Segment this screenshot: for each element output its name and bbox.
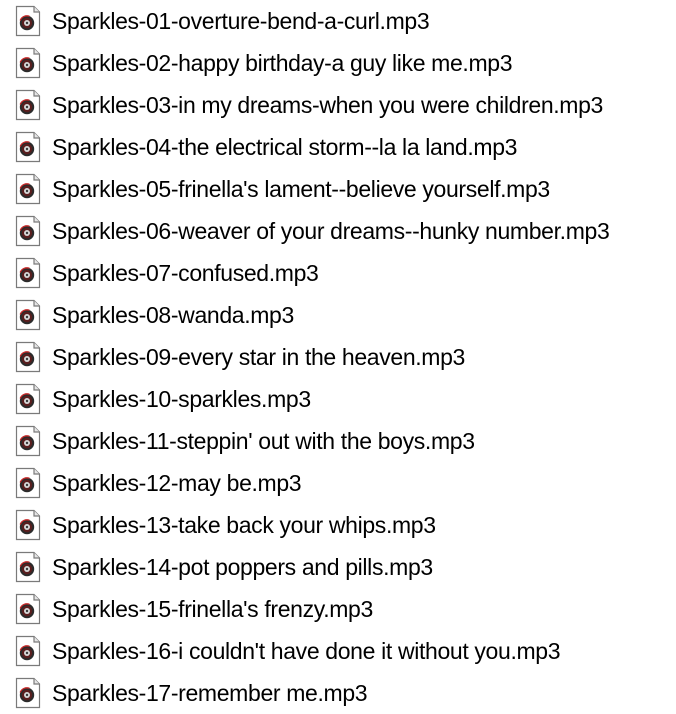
mp3-file-icon bbox=[15, 5, 41, 37]
file-name: Sparkles-01-overture-bend-a-curl.mp3 bbox=[52, 8, 430, 34]
file-item-2[interactable]: Sparkles-02-happy birthday-a guy like me… bbox=[0, 42, 676, 84]
file-name: Sparkles-14-pot poppers and pills.mp3 bbox=[52, 554, 433, 580]
mp3-file-icon bbox=[15, 173, 41, 205]
file-name: Sparkles-03-in my dreams-when you were c… bbox=[52, 92, 603, 118]
file-item-6[interactable]: Sparkles-06-weaver of your dreams--hunky… bbox=[0, 210, 676, 252]
mp3-file-icon bbox=[15, 509, 41, 541]
file-name: Sparkles-13-take back your whips.mp3 bbox=[52, 512, 436, 538]
file-item-14[interactable]: Sparkles-14-pot poppers and pills.mp3 bbox=[0, 546, 676, 588]
mp3-file-icon bbox=[15, 215, 41, 247]
mp3-file-icon bbox=[15, 47, 41, 79]
mp3-file-icon bbox=[15, 131, 41, 163]
file-name: Sparkles-15-frinella's frenzy.mp3 bbox=[52, 596, 373, 622]
file-item-13[interactable]: Sparkles-13-take back your whips.mp3 bbox=[0, 504, 676, 546]
file-item-7[interactable]: Sparkles-07-confused.mp3 bbox=[0, 252, 676, 294]
mp3-file-icon bbox=[15, 257, 41, 289]
mp3-file-icon bbox=[15, 551, 41, 583]
file-item-3[interactable]: Sparkles-03-in my dreams-when you were c… bbox=[0, 84, 676, 126]
file-name: Sparkles-17-remember me.mp3 bbox=[52, 680, 368, 706]
file-item-4[interactable]: Sparkles-04-the electrical storm--la la … bbox=[0, 126, 676, 168]
file-name: Sparkles-09-every star in the heaven.mp3 bbox=[52, 344, 465, 370]
mp3-file-icon bbox=[15, 425, 41, 457]
file-item-11[interactable]: Sparkles-11-steppin' out with the boys.m… bbox=[0, 420, 676, 462]
file-item-17[interactable]: Sparkles-17-remember me.mp3 bbox=[0, 672, 676, 714]
file-item-15[interactable]: Sparkles-15-frinella's frenzy.mp3 bbox=[0, 588, 676, 630]
file-name: Sparkles-08-wanda.mp3 bbox=[52, 302, 294, 328]
file-item-9[interactable]: Sparkles-09-every star in the heaven.mp3 bbox=[0, 336, 676, 378]
mp3-file-icon bbox=[15, 467, 41, 499]
file-item-16[interactable]: Sparkles-16-i couldn't have done it with… bbox=[0, 630, 676, 672]
mp3-file-icon bbox=[15, 89, 41, 121]
mp3-file-icon bbox=[15, 635, 41, 667]
mp3-file-icon bbox=[15, 593, 41, 625]
file-name: Sparkles-11-steppin' out with the boys.m… bbox=[52, 428, 475, 454]
file-name: Sparkles-07-confused.mp3 bbox=[52, 260, 319, 286]
mp3-file-icon bbox=[15, 341, 41, 373]
file-item-5[interactable]: Sparkles-05-frinella's lament--believe y… bbox=[0, 168, 676, 210]
mp3-file-icon bbox=[15, 299, 41, 331]
file-name: Sparkles-02-happy birthday-a guy like me… bbox=[52, 50, 513, 76]
file-item-1[interactable]: Sparkles-01-overture-bend-a-curl.mp3 bbox=[0, 0, 676, 42]
mp3-file-icon bbox=[15, 677, 41, 709]
file-item-12[interactable]: Sparkles-12-may be.mp3 bbox=[0, 462, 676, 504]
file-list: Sparkles-01-overture-bend-a-curl.mp3 Spa… bbox=[0, 0, 676, 714]
file-name: Sparkles-06-weaver of your dreams--hunky… bbox=[52, 218, 610, 244]
mp3-file-icon bbox=[15, 383, 41, 415]
file-name: Sparkles-04-the electrical storm--la la … bbox=[52, 134, 518, 160]
file-name: Sparkles-10-sparkles.mp3 bbox=[52, 386, 311, 412]
file-name: Sparkles-12-may be.mp3 bbox=[52, 470, 302, 496]
file-name: Sparkles-16-i couldn't have done it with… bbox=[52, 638, 561, 664]
file-item-10[interactable]: Sparkles-10-sparkles.mp3 bbox=[0, 378, 676, 420]
file-name: Sparkles-05-frinella's lament--believe y… bbox=[52, 176, 550, 202]
file-item-8[interactable]: Sparkles-08-wanda.mp3 bbox=[0, 294, 676, 336]
